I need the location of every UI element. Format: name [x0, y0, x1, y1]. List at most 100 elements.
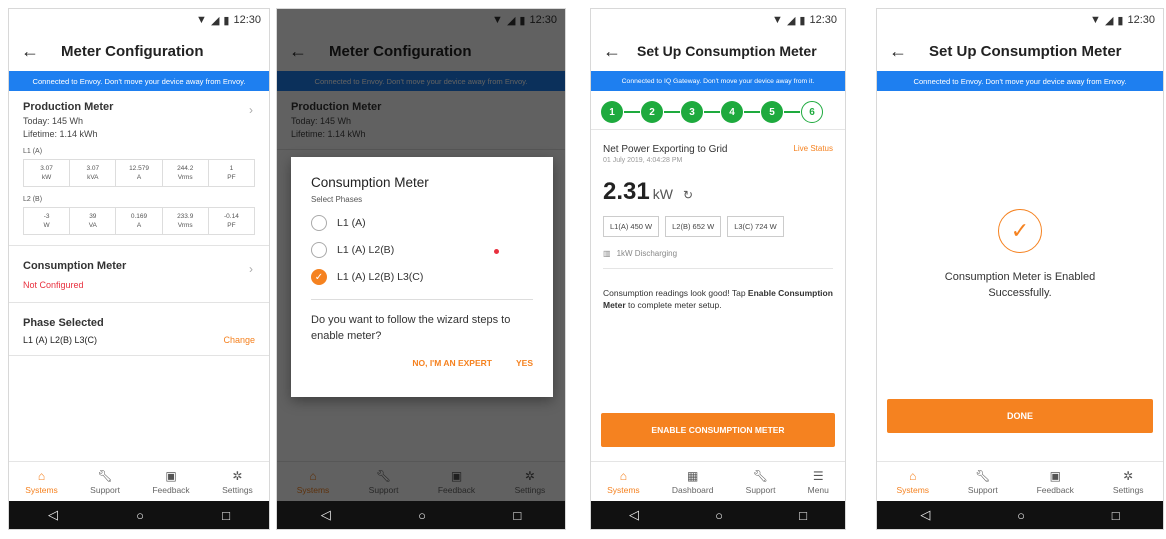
system-back-icon[interactable]: ◁ [629, 507, 639, 523]
nav-settings[interactable]: ✲ Settings [1113, 469, 1144, 495]
battery-icon: ▥ [603, 249, 611, 258]
battery-icon: ▮ [1117, 14, 1124, 27]
step-6: 6 [801, 101, 823, 123]
l1-readings-table: 3.07 kW 3.07 kVA 12.579 A 244.2 Vrms 1 PF [23, 159, 255, 187]
system-home-icon[interactable]: ○ [136, 508, 144, 523]
system-nav-bar: ◁ ○ □ [591, 501, 845, 529]
reading-cell: 3.07 kVA [70, 160, 117, 186]
gear-icon: ✲ [232, 468, 243, 483]
reading-cell: 0.169 A [116, 208, 163, 234]
nav-systems[interactable]: ⌂ Systems [25, 469, 58, 495]
reading-cell: 3.07 kW [24, 160, 71, 186]
back-arrow-icon[interactable]: ← [21, 41, 39, 62]
consumption-meter-dialog: Consumption Meter Select Phases L1 (A) L… [291, 157, 553, 397]
phone-setup-consumption: ▼ ◢ ▮ 12:30 ← Set Up Consumption Meter C… [590, 8, 846, 530]
nav-dashboard[interactable]: ▦ Dashboard [672, 469, 714, 495]
live-status-link[interactable]: Live Status [793, 144, 833, 155]
phase-power-pills: L1(A) 450 W L2(B) 652 W L3(C) 724 W [603, 216, 833, 237]
power-value: 2.31 kW ↻ [603, 178, 693, 205]
phase-option-l1[interactable]: L1 (A) [311, 215, 533, 231]
wrench-icon: 🔧︎ [97, 468, 113, 483]
refresh-icon[interactable]: ↻ [683, 188, 693, 202]
dashboard-icon: ▦ [687, 468, 699, 483]
system-nav-bar: ◁ ○ □ [277, 501, 565, 529]
back-arrow-icon[interactable]: ← [603, 41, 621, 62]
connection-banner: Connected to Envoy. Don't move your devi… [877, 71, 1163, 91]
nav-support[interactable]: 🔧︎ Support [746, 469, 776, 495]
done-button[interactable]: DONE [887, 399, 1153, 433]
wizard-steps: 1 2 3 4 5 6 [591, 91, 845, 129]
radio-button-checked[interactable]: ✓ [311, 269, 327, 285]
change-link[interactable]: Change [223, 335, 255, 345]
wizard-question: Do you want to follow the wizard steps t… [311, 299, 533, 344]
dialog-subtitle: Select Phases [311, 195, 363, 204]
system-home-icon[interactable]: ○ [1017, 508, 1025, 523]
l2-readings-table: -3 W 39 VA 0.169 A 233.9 Vrms -0.14 PF [23, 207, 255, 235]
dialog-title: Consumption Meter [311, 175, 429, 190]
enable-consumption-meter-button[interactable]: ENABLE CONSUMPTION METER [601, 413, 835, 447]
phase-option-l1-l2-l3[interactable]: ✓ L1 (A) L2(B) L3(C) [311, 269, 533, 285]
radio-button[interactable] [311, 242, 327, 258]
reading-cell: -3 W [24, 208, 71, 234]
system-home-icon[interactable]: ○ [418, 508, 426, 523]
app-bar: ← Set Up Consumption Meter [591, 31, 845, 71]
system-recent-icon[interactable]: □ [222, 508, 230, 523]
step-connector [744, 111, 760, 113]
nav-support[interactable]: 🔧︎ Support [968, 469, 998, 495]
system-recent-icon[interactable]: □ [1112, 508, 1120, 523]
signal-icon: ◢ [786, 14, 796, 27]
nav-feedback[interactable]: ▣ Feedback [1037, 469, 1074, 495]
checkmark-circle-icon: ✓ [998, 209, 1042, 253]
phase-selected-title: Phase Selected [23, 317, 104, 329]
page-title: Set Up Consumption Meter [637, 43, 817, 59]
bottom-nav: ⌂Systems 🔧︎Support ▣Feedback ✲Settings [877, 461, 1163, 501]
phase-selected-row: L1 (A) L2(B) L3(C) Change [23, 335, 255, 345]
system-back-icon[interactable]: ◁ [920, 507, 930, 523]
phase-pill-l1: L1(A) 450 W [603, 216, 660, 237]
battery-icon: ▮ [799, 14, 806, 27]
consumption-meter-section[interactable]: Consumption Meter › Not Configured [9, 246, 269, 303]
home-icon: ⌂ [37, 468, 46, 483]
home-icon: ⌂ [619, 468, 628, 483]
step-2: 2 [641, 101, 663, 123]
home-icon: ⌂ [909, 468, 917, 483]
system-home-icon[interactable]: ○ [715, 508, 723, 523]
chevron-right-icon[interactable]: › [249, 262, 253, 276]
lifetime-energy: Lifetime: 1.14 kWh [23, 129, 98, 139]
radio-button[interactable] [311, 215, 327, 231]
reading-cell: 233.9 Vrms [163, 208, 209, 234]
app-bar: ← Set Up Consumption Meter [877, 31, 1163, 71]
system-back-icon[interactable]: ◁ [48, 507, 58, 523]
system-recent-icon[interactable]: □ [513, 508, 521, 523]
back-arrow-icon[interactable]: ← [889, 41, 907, 62]
nav-menu[interactable]: ☰ Menu [808, 469, 829, 495]
nav-systems[interactable]: ⌂ Systems [607, 469, 640, 495]
status-bar: ▼ ◢ ▮ 12:30 [877, 9, 1163, 31]
system-nav-bar: ◁ ○ □ [9, 501, 269, 529]
step-connector [784, 111, 800, 113]
feedback-icon: ▣ [1049, 468, 1061, 483]
phase-option-l1-l2[interactable]: L1 (A) L2(B) [311, 242, 533, 258]
nav-feedback[interactable]: ▣ Feedback [152, 469, 189, 495]
dialog-actions: NO, I'M AN EXPERT YES [311, 358, 533, 368]
nav-support[interactable]: 🔧︎ Support [90, 469, 120, 495]
wrench-icon: 🔧︎ [975, 468, 991, 483]
signal-icon: ◢ [1104, 14, 1114, 27]
connection-banner: Connected to Envoy. Don't move your devi… [9, 71, 269, 91]
gear-icon: ✲ [1123, 468, 1134, 483]
nav-systems[interactable]: ⌂ Systems [896, 469, 929, 495]
nav-settings[interactable]: ✲ Settings [222, 469, 253, 495]
live-power-card: Net Power Exporting to Grid Live Status … [591, 129, 845, 319]
yes-button[interactable]: YES [516, 358, 533, 368]
step-connector [624, 111, 640, 113]
expert-button[interactable]: NO, I'M AN EXPERT [412, 358, 492, 368]
chevron-right-icon[interactable]: › [249, 103, 253, 117]
status-time: 12:30 [1127, 14, 1155, 26]
bottom-nav: ⌂Systems 🔧︎Support ▣Feedback ✲Settings [9, 461, 269, 501]
system-back-icon[interactable]: ◁ [321, 507, 331, 523]
production-meter-section[interactable]: Production Meter › Today: 145 Wh Lifetim… [9, 91, 269, 246]
phase-pill-l3: L3(C) 724 W [727, 216, 784, 237]
production-meter-title: Production Meter [23, 101, 114, 113]
signal-icon: ◢ [210, 14, 220, 27]
system-recent-icon[interactable]: □ [799, 508, 807, 523]
